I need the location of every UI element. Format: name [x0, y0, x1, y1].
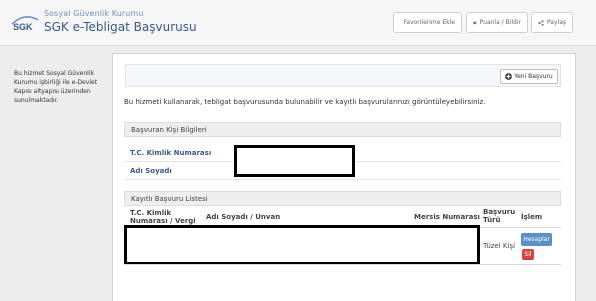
- service-info-note: Bu hizmet Sosyal Güvenlik Kurumu işbirli…: [14, 70, 98, 104]
- column-header-mersis: Mersis Numarası: [414, 213, 480, 221]
- rate-label: Puanla / Bildir: [479, 19, 521, 26]
- redacted-applicant-info: [234, 145, 355, 177]
- speech-bubble-icon: [473, 20, 477, 25]
- delete-button[interactable]: Sil: [522, 249, 534, 260]
- redacted-row-info: [124, 225, 480, 265]
- svg-text:SGK: SGK: [13, 22, 33, 32]
- column-header-type: Başvuru Türü: [483, 208, 516, 224]
- application-list-header: Kayıtlı Başvuru Listesi: [124, 191, 561, 206]
- institution-name: Sosyal Güvenlik Kurumu: [44, 9, 144, 18]
- intro-text: Bu hizmeti kullanarak, tebligat başvurus…: [124, 98, 486, 106]
- share-button[interactable]: Paylaş: [531, 12, 573, 33]
- new-application-label: Yeni Başvuru: [514, 73, 553, 80]
- field-divider: [124, 179, 561, 180]
- action-bar: [125, 64, 561, 87]
- plus-circle-icon: [505, 73, 513, 80]
- column-header-name: Adı Soyadı / Unvan: [206, 213, 281, 221]
- column-header-action: İşlem: [521, 213, 543, 221]
- rate-button[interactable]: Puanla / Bildir: [466, 12, 528, 33]
- share-icon: [538, 19, 544, 26]
- star-icon: [400, 22, 401, 23]
- applicant-section-header: Başvuran Kişi Bilgileri: [124, 122, 561, 137]
- new-application-button[interactable]: Yeni Başvuru: [500, 69, 558, 84]
- column-header-tc: T.C. Kimlik Numarası / Vergi Numarası: [130, 209, 196, 225]
- app-title: SGK e-Tebligat Başvurusu: [44, 20, 197, 34]
- application-type-cell: Tüzel Kişi: [483, 242, 516, 250]
- sgk-logo[interactable]: SGK: [10, 8, 40, 36]
- share-label: Paylaş: [546, 19, 566, 26]
- add-favorites-label: Favorilerime Ekle: [403, 19, 456, 26]
- table-divider: [124, 264, 561, 265]
- accounts-button[interactable]: Hesaplar: [521, 233, 552, 246]
- tc-number-label: T.C. Kimlik Numarası: [130, 149, 212, 157]
- add-favorites-button[interactable]: Favorilerime Ekle: [393, 12, 462, 33]
- app-header: SGK Sosyal Güvenlik Kurumu SGK e-Tebliga…: [0, 0, 596, 46]
- full-name-label: Adı Soyadı: [130, 167, 172, 175]
